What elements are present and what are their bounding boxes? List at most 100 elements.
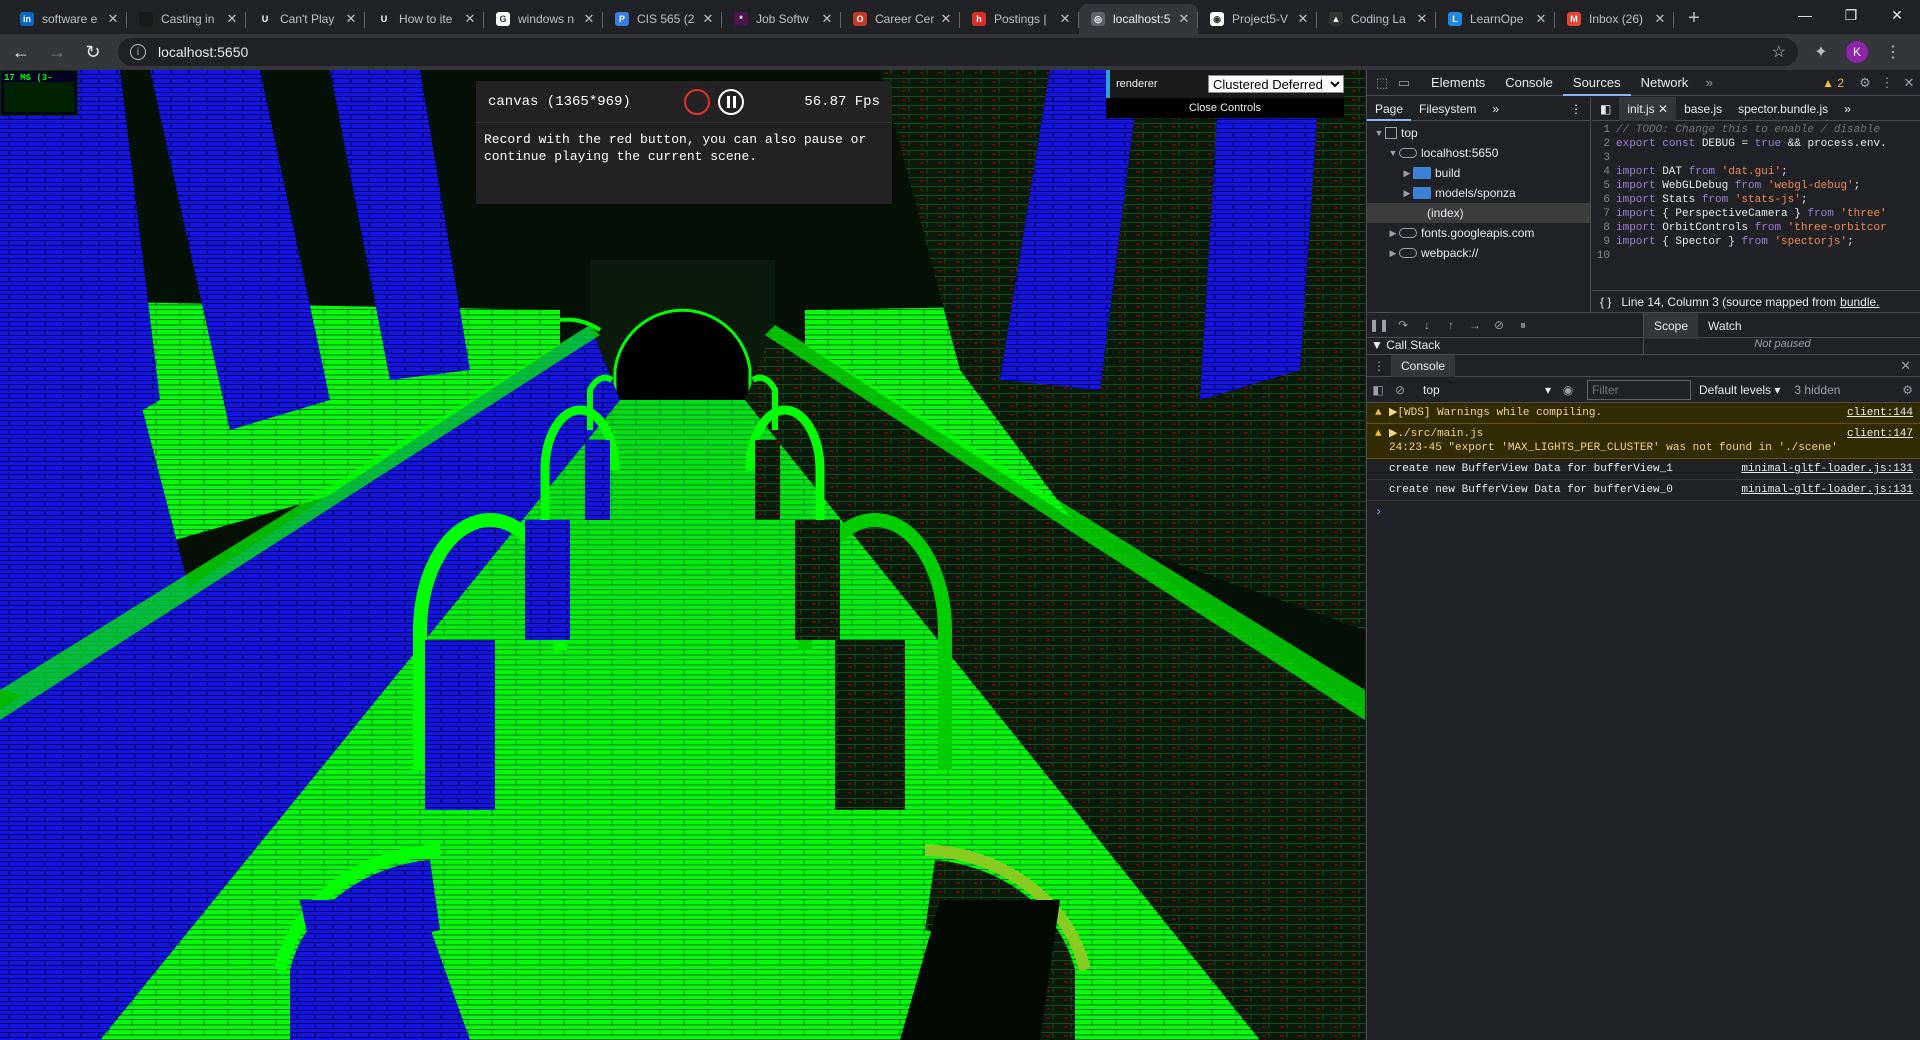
tab-close-icon[interactable]: ✕ bbox=[1057, 11, 1073, 27]
line-number[interactable]: 2 bbox=[1592, 137, 1616, 151]
browser-tab[interactable]: ▲ Coding La ✕ bbox=[1317, 4, 1436, 34]
forward-button[interactable]: → bbox=[42, 37, 72, 67]
line-number[interactable]: 3 bbox=[1592, 151, 1616, 165]
line-number[interactable]: 1 bbox=[1592, 123, 1616, 137]
line-number[interactable]: 6 bbox=[1592, 193, 1616, 207]
line-number[interactable]: 4 bbox=[1592, 165, 1616, 179]
tab-scope[interactable]: Scope bbox=[1644, 313, 1699, 339]
browser-tab[interactable]: P CIS 565 (2 ✕ bbox=[603, 4, 722, 34]
tree-item[interactable]: ▼ localhost:5650 bbox=[1367, 143, 1590, 163]
line-number[interactable]: 9 bbox=[1592, 235, 1616, 249]
pause-script-icon[interactable]: ❚❚ bbox=[1367, 318, 1391, 332]
drawer-tab-console[interactable]: Console bbox=[1391, 354, 1456, 377]
bookmark-star-icon[interactable]: ☆ bbox=[1772, 42, 1786, 62]
code-line[interactable]: 3 bbox=[1592, 151, 1920, 165]
nav-tab-page[interactable]: Page bbox=[1367, 97, 1412, 121]
new-tab-button[interactable]: + bbox=[1680, 4, 1708, 32]
deactivate-breakpoints-icon[interactable]: ⊘ bbox=[1487, 318, 1511, 332]
minimize-button[interactable]: — bbox=[1782, 0, 1828, 30]
step-out-icon[interactable]: ↑ bbox=[1439, 318, 1463, 332]
console-message[interactable]: ▲ ▶[WDS] Warnings while compiling. client:… bbox=[1367, 403, 1920, 424]
tab-close-icon[interactable]: ✕ bbox=[581, 11, 597, 27]
close-controls-button[interactable]: Close Controls bbox=[1106, 98, 1344, 118]
console-source-link[interactable]: client:147 bbox=[1841, 427, 1913, 455]
browser-tab[interactable]: U How to ite ✕ bbox=[365, 4, 484, 34]
sponza-scene[interactable] bbox=[0, 70, 1365, 1040]
tab-watch[interactable]: Watch bbox=[1698, 313, 1752, 339]
log-levels-dropdown[interactable]: Default levels ▾ bbox=[1699, 383, 1780, 397]
console-message[interactable]: ▲ ▶./src/main.js 24:23-45 "export 'MAX_LI… bbox=[1367, 424, 1920, 459]
toggle-navigator-icon[interactable]: ◧ bbox=[1592, 97, 1619, 121]
editor-more-icon[interactable]: » bbox=[1836, 97, 1859, 121]
more-tabs-icon[interactable]: » bbox=[1698, 75, 1720, 90]
tab-close-icon[interactable]: ✕ bbox=[1414, 11, 1430, 27]
tab-close-icon[interactable]: ✕ bbox=[224, 11, 240, 27]
code-line[interactable]: 2 export const DEBUG = true && process.en… bbox=[1592, 137, 1920, 151]
step-icon[interactable]: → bbox=[1463, 318, 1487, 332]
nav-menu-icon[interactable]: ⋮ bbox=[1562, 97, 1590, 121]
menu-kebab-icon[interactable]: ⋮ bbox=[1878, 37, 1908, 67]
step-over-icon[interactable]: ↷ bbox=[1391, 318, 1415, 332]
tab-close-icon[interactable]: ✕ bbox=[343, 11, 359, 27]
code-line[interactable]: 5 import WebGLDebug from 'webgl-debug'; bbox=[1592, 179, 1920, 193]
canvas-label[interactable]: canvas (1365*969) bbox=[488, 94, 684, 110]
console-source-link[interactable]: minimal-gltf-loader.js:131 bbox=[1735, 483, 1913, 497]
record-button[interactable] bbox=[684, 88, 711, 115]
tab-close-icon[interactable]: ✕ bbox=[1176, 11, 1192, 27]
browser-tab[interactable]: M Inbox (26) ✕ bbox=[1555, 4, 1674, 34]
editor-tab-base-js[interactable]: base.js bbox=[1676, 97, 1730, 121]
tree-item[interactable]: ▶ webpack:// bbox=[1367, 243, 1590, 263]
pretty-print-icon[interactable]: { } bbox=[1600, 295, 1611, 309]
console-settings-icon[interactable]: ⚙ bbox=[1902, 383, 1913, 397]
profile-avatar[interactable]: K bbox=[1846, 41, 1868, 63]
tab-close-icon[interactable]: ✕ bbox=[1295, 11, 1311, 27]
close-tab-icon[interactable]: ✕ bbox=[1658, 102, 1668, 116]
browser-tab[interactable]: U Can't Play ✕ bbox=[246, 4, 365, 34]
tab-close-icon[interactable]: ✕ bbox=[938, 11, 954, 27]
browser-tab[interactable]: in software e ✕ bbox=[8, 4, 127, 34]
browser-tab[interactable]: Gwindows n ✕ bbox=[484, 4, 603, 34]
tab-close-icon[interactable]: ✕ bbox=[1533, 11, 1549, 27]
console-source-link[interactable]: minimal-gltf-loader.js:131 bbox=[1735, 462, 1913, 476]
devtools-tab-console[interactable]: Console bbox=[1495, 70, 1563, 96]
console-prompt[interactable]: › bbox=[1367, 501, 1920, 523]
back-button[interactable]: ← bbox=[6, 37, 36, 67]
info-icon[interactable]: i bbox=[130, 44, 146, 60]
console-message[interactable]: create new BufferView Data for bufferVie… bbox=[1367, 459, 1920, 480]
tree-item[interactable]: (index) bbox=[1367, 203, 1590, 223]
device-toolbar-icon[interactable]: ▭ bbox=[1393, 75, 1415, 91]
eye-icon[interactable]: ◉ bbox=[1557, 383, 1579, 397]
line-number[interactable]: 8 bbox=[1592, 221, 1616, 235]
tab-close-icon[interactable]: ✕ bbox=[819, 11, 835, 27]
tree-item[interactable]: ▶ models/sponza bbox=[1367, 183, 1590, 203]
webgl-viewport[interactable]: 17 MS (3-226) canvas (1365*969) 56.87 Fp… bbox=[0, 70, 1365, 1040]
step-into-icon[interactable]: ↓ bbox=[1415, 318, 1439, 332]
extensions-icon[interactable]: ✦ bbox=[1806, 37, 1836, 67]
console-source-link[interactable]: client:144 bbox=[1841, 406, 1913, 420]
code-editor[interactable]: 1// TODO: Change this to enable / disabl… bbox=[1592, 121, 1920, 263]
devtools-tab-sources[interactable]: Sources bbox=[1562, 70, 1631, 96]
browser-tab[interactable]: h Postings | ✕ bbox=[960, 4, 1079, 34]
tree-item[interactable]: ▼ top bbox=[1367, 123, 1590, 143]
code-line[interactable]: 1// TODO: Change this to enable / disabl… bbox=[1592, 123, 1920, 137]
pause-on-exceptions-icon[interactable]: ⏸ bbox=[1511, 318, 1535, 333]
tab-close-icon[interactable]: ✕ bbox=[462, 11, 478, 27]
tab-close-icon[interactable]: ✕ bbox=[105, 11, 121, 27]
devtools-tab-network[interactable]: Network bbox=[1631, 70, 1699, 96]
browser-tab[interactable]: ◎ localhost:5 ✕ bbox=[1079, 4, 1198, 34]
settings-gear-icon[interactable]: ⚙ bbox=[1854, 75, 1876, 91]
tree-item[interactable]: ▶ build bbox=[1367, 163, 1590, 183]
source-map-link[interactable]: bundle. bbox=[1840, 295, 1879, 309]
code-line[interactable]: 8 import OrbitControls from 'three-orbitc… bbox=[1592, 221, 1920, 235]
code-line[interactable]: 7 import { PerspectiveCamera } from 'thre… bbox=[1592, 207, 1920, 221]
tab-close-icon[interactable]: ✕ bbox=[700, 11, 716, 27]
devtools-menu-icon[interactable]: ⋮ bbox=[1876, 75, 1898, 91]
devtools-tab-elements[interactable]: Elements bbox=[1421, 70, 1495, 96]
editor-tab-spector-bundle[interactable]: spector.bundle.js bbox=[1730, 97, 1836, 121]
context-selector[interactable]: top ▾ bbox=[1417, 380, 1557, 400]
line-number[interactable]: 10 bbox=[1592, 249, 1616, 263]
nav-tab-filesystem[interactable]: Filesystem bbox=[1411, 97, 1484, 121]
renderer-select[interactable]: Clustered Deferred bbox=[1208, 75, 1344, 93]
line-number[interactable]: 7 bbox=[1592, 207, 1616, 221]
close-devtools-icon[interactable]: ✕ bbox=[1898, 75, 1920, 91]
